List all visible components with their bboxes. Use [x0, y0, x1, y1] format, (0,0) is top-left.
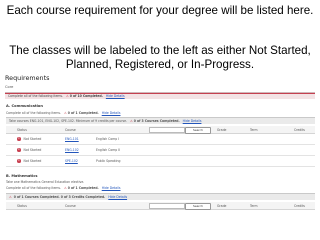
caption-line-1: Each course requirement for your degree …	[6, 4, 314, 17]
caption-line-2: The classes will be labeled to the left …	[0, 44, 320, 72]
section-b-hide-details-link[interactable]: Hide Details	[102, 186, 121, 190]
section-b-status: 0 of 1 Completed.	[67, 186, 99, 190]
section-b-heading: B. Mathematics	[6, 174, 38, 178]
section-a-instruction: Complete all of the following items.	[6, 111, 61, 115]
section-a-course-hide-details-link[interactable]: Hide Details	[183, 119, 202, 123]
section-b-course-table: Status Course Search Grade Term Credits	[6, 202, 315, 210]
status-cell: ✕ Not Started	[17, 159, 41, 163]
warning-icon: ⚠	[9, 195, 12, 199]
column-course: Course	[65, 204, 76, 208]
not-started-icon: ✕	[17, 159, 21, 163]
requirements-title: Requirements	[5, 74, 50, 82]
column-term: Term	[250, 204, 258, 208]
not-started-icon: ✕	[17, 148, 21, 152]
column-course: Course	[65, 128, 76, 132]
column-credits: Credits	[294, 204, 305, 208]
table-header: Status Course Search Grade Term Credits	[6, 126, 315, 134]
status-label: Not Started	[23, 137, 42, 141]
section-a-heading: A. Communication	[6, 104, 43, 108]
status-cell: ✕ Not Started	[17, 148, 41, 152]
warning-icon: ⚠	[65, 94, 69, 98]
warning-icon: ⚠	[63, 111, 67, 115]
course-title: English Comp I	[96, 137, 120, 141]
table-row: ✕ Not Started SPE-102 Public Speaking	[6, 156, 315, 167]
caption-line-2b: Planned, Registered, or In-Progress.	[65, 58, 255, 71]
core-hide-details-link[interactable]: Hide Details	[106, 94, 125, 98]
core-bar-text: Complete all of the following items. ⚠ 0…	[8, 94, 125, 98]
status-cell: ✕ Not Started	[17, 137, 41, 141]
column-grade: Grade	[217, 128, 227, 132]
requirements-screenshot: Requirements Core Complete all of the fo…	[0, 74, 320, 240]
column-term: Term	[250, 128, 258, 132]
column-status: Status	[17, 204, 27, 208]
warning-icon: ⚠	[63, 186, 67, 190]
course-code-link[interactable]: SPE-102	[65, 159, 78, 163]
status-label: Not Started	[23, 159, 42, 163]
not-started-icon: ✕	[17, 137, 21, 141]
section-b-course-bar-text: ⚠ 0 of 1 Courses Completed. 0 of 3 Credi…	[9, 195, 127, 199]
core-label: Core	[5, 85, 14, 89]
section-b-course-hide-details-link[interactable]: Hide Details	[108, 195, 127, 199]
column-grade: Grade	[217, 204, 227, 208]
section-a-status: 0 of 1 Completed.	[67, 111, 99, 115]
section-b-instruction-line: Complete all of the following items. ⚠ 0…	[6, 186, 120, 190]
column-credits: Credits	[294, 128, 305, 132]
course-search-input[interactable]	[149, 127, 185, 133]
course-code-link[interactable]: ENG-101	[65, 137, 79, 141]
table-row: ✕ Not Started ENG-101 English Comp I	[6, 134, 315, 145]
table-row: ✕ Not Started ENG-102 English Comp II	[6, 145, 315, 156]
section-a-course-bar: Take courses ENG-101, ENG-102, SPE-102. …	[6, 117, 315, 124]
search-button[interactable]: Search	[185, 203, 211, 210]
search-button[interactable]: Search	[185, 127, 211, 134]
caption-line-2a: The classes will be labeled to the left …	[9, 44, 311, 57]
course-search-input[interactable]	[149, 203, 185, 209]
section-a-course-table: Status Course Search Grade Term Credits …	[6, 126, 315, 167]
section-b-instruction: Complete all of the following items.	[6, 186, 61, 190]
section-a-hide-details-link[interactable]: Hide Details	[102, 111, 121, 115]
section-b-course-bar: ⚠ 0 of 1 Courses Completed. 0 of 3 Credi…	[6, 193, 315, 200]
course-code-link[interactable]: ENG-102	[65, 148, 79, 152]
section-a-course-bar-text: Take courses ENG-101, ENG-102, SPE-102. …	[9, 119, 201, 123]
core-status: 0 of 10 Completed.	[69, 94, 103, 98]
warning-icon: ⚠	[129, 119, 133, 123]
course-title: English Comp II	[96, 148, 120, 152]
core-instruction: Complete all of the following items.	[8, 94, 63, 98]
section-b-description: Take one Mathematics General Education e…	[6, 180, 85, 184]
section-a-course-status: 0 of 3 Courses Completed.	[133, 119, 180, 123]
column-status: Status	[17, 128, 27, 132]
core-requirement-bar: Complete all of the following items. ⚠ 0…	[5, 92, 315, 99]
table-header: Status Course Search Grade Term Credits	[6, 202, 315, 210]
section-b-course-status: 0 of 1 Courses Completed. 0 of 3 Credits…	[13, 195, 106, 199]
course-title: Public Speaking	[96, 159, 121, 163]
section-a-instruction-line: Complete all of the following items. ⚠ 0…	[6, 111, 120, 115]
status-label: Not Started	[23, 148, 42, 152]
section-a-course-rule: Take courses ENG-101, ENG-102, SPE-102. …	[9, 119, 127, 123]
